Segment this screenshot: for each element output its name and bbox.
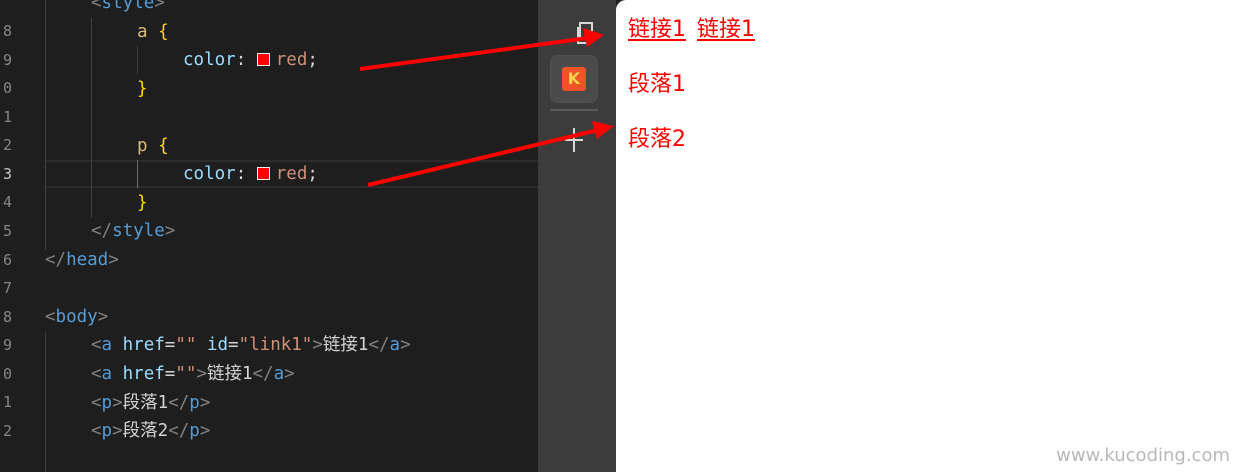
code-line: </style> xyxy=(91,221,176,241)
code-line: <a href="" id="link1">链接1</a> xyxy=(91,335,411,355)
code-line: <p>段落2</p> xyxy=(91,421,211,441)
copy-button[interactable] xyxy=(550,6,598,54)
preview-paragraph-2: 段落2 xyxy=(628,127,686,152)
code-line: } xyxy=(137,79,148,99)
code-line: <style> xyxy=(91,0,165,13)
toolbar-divider xyxy=(550,109,598,111)
browser-preview: 链接1 链接1 段落1 段落2 www.kucoding.com xyxy=(616,0,1234,472)
code-area[interactable]: <style> a { color: red; } p { color: red… xyxy=(0,0,538,472)
code-line: a { xyxy=(137,22,169,42)
color-swatch[interactable] xyxy=(256,53,270,66)
k-logo-icon: K xyxy=(562,67,586,91)
code-line-active: color: red; xyxy=(183,164,318,184)
code-line: </head> xyxy=(45,250,119,270)
code-line: color: red; xyxy=(183,50,318,70)
preview-link-2[interactable]: 链接1 xyxy=(697,14,755,46)
preview-paragraph-1: 段落1 xyxy=(628,72,686,97)
code-line: <a href="">链接1</a> xyxy=(91,364,295,384)
preview-link-1[interactable]: 链接1 xyxy=(628,14,686,46)
code-editor[interactable]: 8 9 0 1 2 3 4 5 6 7 8 9 0 1 2 <style> a … xyxy=(0,0,538,472)
code-line: <body> xyxy=(45,307,109,327)
code-line: } xyxy=(137,193,148,213)
plus-icon xyxy=(565,128,583,152)
code-line: <p>段落1</p> xyxy=(91,393,211,413)
color-swatch[interactable] xyxy=(256,167,270,180)
watermark: www.kucoding.com xyxy=(1056,445,1230,466)
code-line: p { xyxy=(137,136,169,156)
copy-icon xyxy=(577,22,593,44)
